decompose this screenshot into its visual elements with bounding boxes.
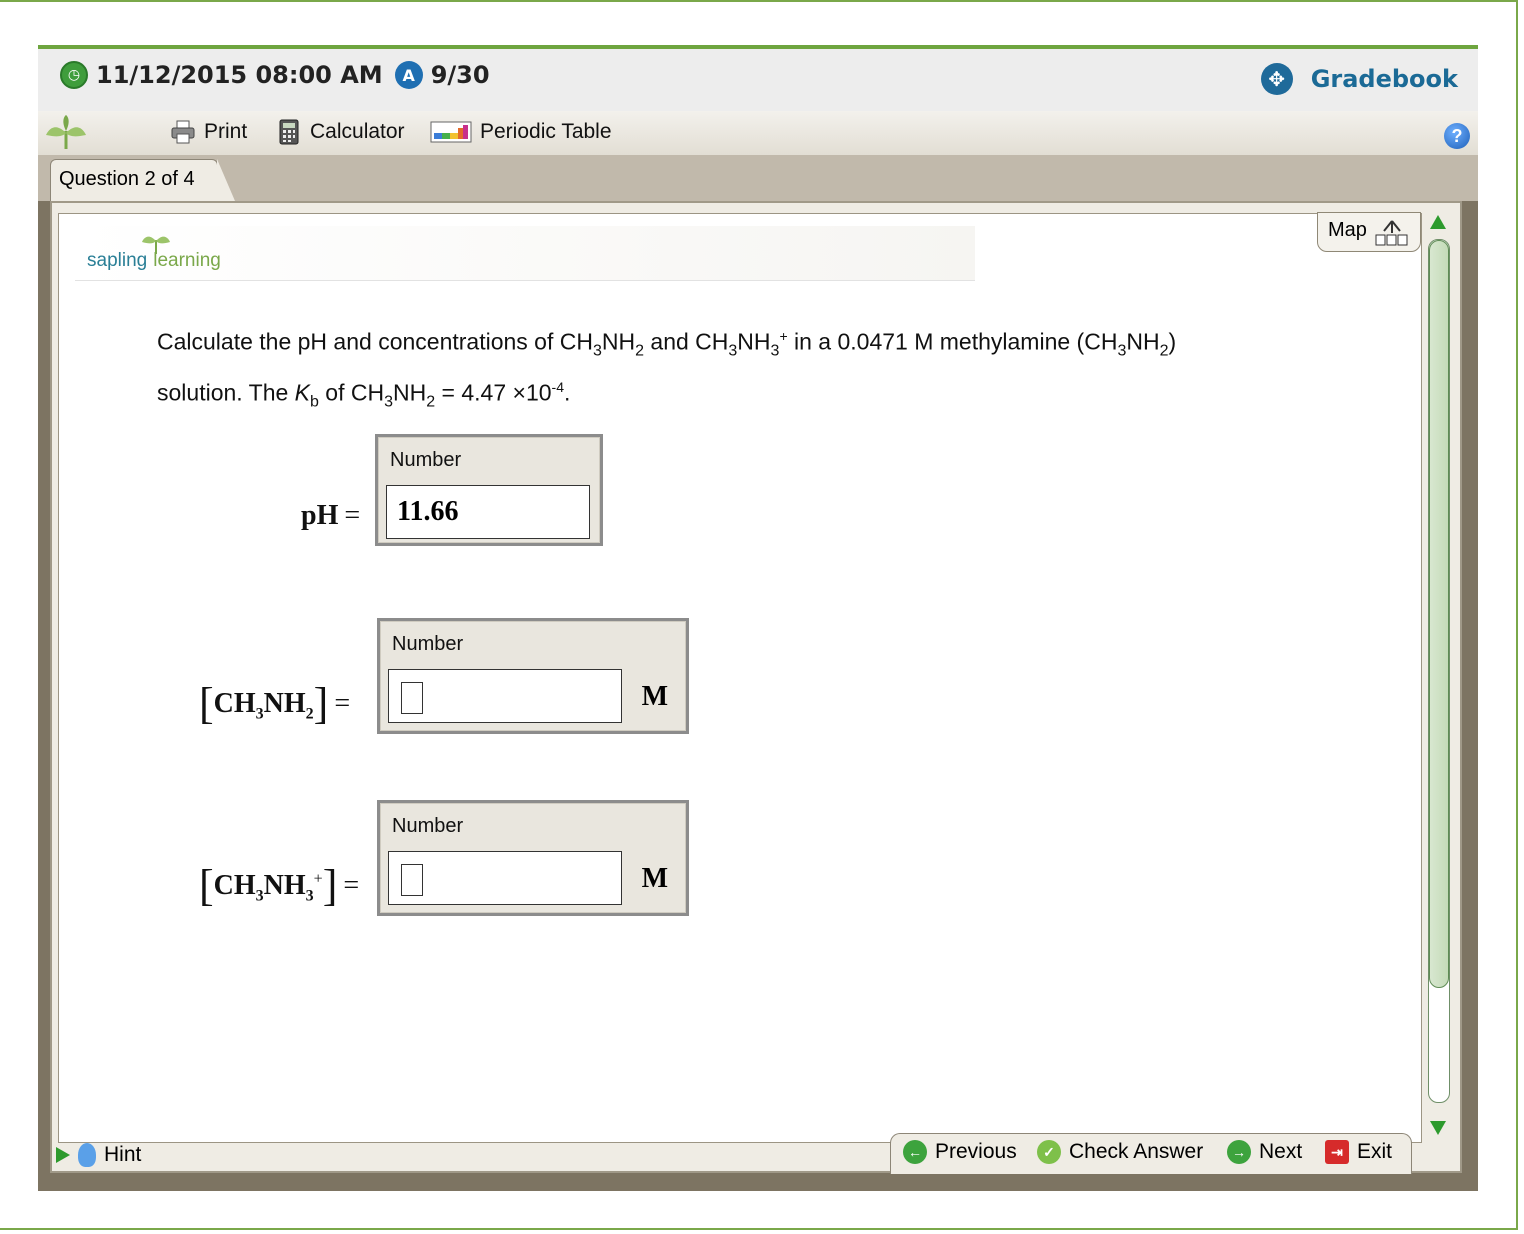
ch3nh3-input[interactable] — [388, 851, 622, 905]
empty-entry-placeholder — [401, 682, 423, 714]
sitemap-icon — [1375, 220, 1408, 246]
toolbar: Print Calculator Periodic Table ? — [38, 111, 1478, 156]
sapling-leaf-icon — [46, 115, 86, 149]
exit-label: Exit — [1357, 1140, 1393, 1163]
checkmark-icon: ✓ — [1037, 1140, 1061, 1164]
assignment-app: ◷ 11/12/2015 08:00 AM A 9/30 ✥ Gradebook… — [38, 45, 1478, 1191]
print-button[interactable]: Print — [170, 119, 247, 145]
attempts-icon: A — [394, 61, 423, 89]
ch3nh2-label: [CH3NH2] = — [199, 679, 351, 728]
next-label: Next — [1259, 1140, 1303, 1163]
ch3nh3-label: [CH3NH3+] = — [199, 861, 360, 910]
clock-icon: ◷ — [60, 61, 88, 89]
ch3nh2-answer-box: Number M — [377, 618, 689, 734]
sapling-logo-banner: sapling learning — [75, 226, 975, 281]
arrow-right-icon: → — [1227, 1140, 1251, 1164]
check-answer-button[interactable]: ✓ Check Answer — [1037, 1140, 1203, 1164]
gradebook-icon: ✥ — [1260, 63, 1293, 95]
calculator-icon — [279, 119, 299, 145]
map-button[interactable]: Map — [1317, 212, 1421, 252]
calculator-button[interactable]: Calculator — [276, 119, 405, 145]
sapling-logo: sapling learning — [87, 250, 221, 272]
ch3nh2-input[interactable] — [388, 669, 622, 723]
print-label: Print — [204, 120, 248, 143]
previous-label: Previous — [935, 1140, 1017, 1163]
tab-question[interactable]: Question 2 of 4 — [50, 159, 235, 201]
scroll-thumb[interactable] — [1429, 240, 1449, 988]
help-icon[interactable]: ? — [1444, 123, 1470, 149]
arrow-left-icon: ← — [903, 1140, 927, 1164]
exit-icon: ⇥ — [1325, 1140, 1349, 1164]
printer-icon — [171, 120, 195, 144]
ch3nh2-unit: M — [641, 681, 668, 712]
ch3nh2-caption: Number — [392, 633, 464, 655]
ph-label: pH = — [301, 500, 361, 531]
scroll-up-arrow-icon[interactable] — [1430, 215, 1446, 229]
hint-label: Hint — [104, 1143, 142, 1166]
question-tabbar: Question 2 of 4 — [38, 155, 1478, 201]
calculator-label: Calculator — [310, 120, 405, 143]
empty-entry-placeholder — [401, 864, 423, 896]
ph-caption: Number — [390, 449, 462, 471]
previous-button[interactable]: ← Previous — [903, 1140, 1017, 1164]
question-nav: ← Previous ✓ Check Answer → Next ⇥ Exit — [890, 1133, 1412, 1174]
gradebook-label: Gradebook — [1310, 65, 1458, 93]
periodic-table-label: Periodic Table — [480, 120, 612, 143]
ph-answer-box: Number 11.66 — [375, 434, 603, 546]
hint-toggle[interactable]: Hint — [56, 1143, 141, 1167]
periodic-table-button[interactable]: Periodic Table — [430, 119, 612, 145]
scroll-track[interactable] — [1428, 239, 1450, 1103]
scroll-down-arrow-icon[interactable] — [1430, 1121, 1446, 1135]
question-content: sapling learning Map Calculate the pH and… — [58, 212, 1422, 1143]
logo-sapling-word: sapling — [87, 250, 148, 271]
check-answer-label: Check Answer — [1069, 1140, 1204, 1163]
exit-button[interactable]: ⇥ Exit — [1325, 1140, 1392, 1164]
logo-learning-word: learning — [153, 250, 221, 271]
map-label: Map — [1328, 219, 1367, 241]
header-bar: ◷ 11/12/2015 08:00 AM A 9/30 ✥ Gradebook — [38, 49, 1478, 111]
due-datetime: 11/12/2015 08:00 AM — [96, 61, 383, 89]
lightbulb-icon — [78, 1143, 96, 1167]
next-button[interactable]: → Next — [1227, 1140, 1302, 1164]
question-frame: sapling learning Map Calculate the pH and… — [50, 201, 1462, 1174]
gradebook-link[interactable]: ✥ Gradebook — [1260, 63, 1458, 95]
expand-arrow-icon — [56, 1147, 70, 1163]
ch3nh3-caption: Number — [392, 815, 464, 837]
scrollbar[interactable] — [1428, 209, 1454, 1137]
question-text: Calculate the pH and concentrations of C… — [157, 328, 1177, 411]
ch3nh3-unit: M — [641, 863, 668, 894]
periodic-table-icon — [430, 121, 472, 143]
due-date: ◷ 11/12/2015 08:00 AM A 9/30 — [60, 61, 490, 89]
ch3nh3-answer-box: Number M — [377, 800, 689, 916]
attempt-score: 9/30 — [430, 61, 490, 89]
ph-input[interactable]: 11.66 — [386, 485, 590, 539]
